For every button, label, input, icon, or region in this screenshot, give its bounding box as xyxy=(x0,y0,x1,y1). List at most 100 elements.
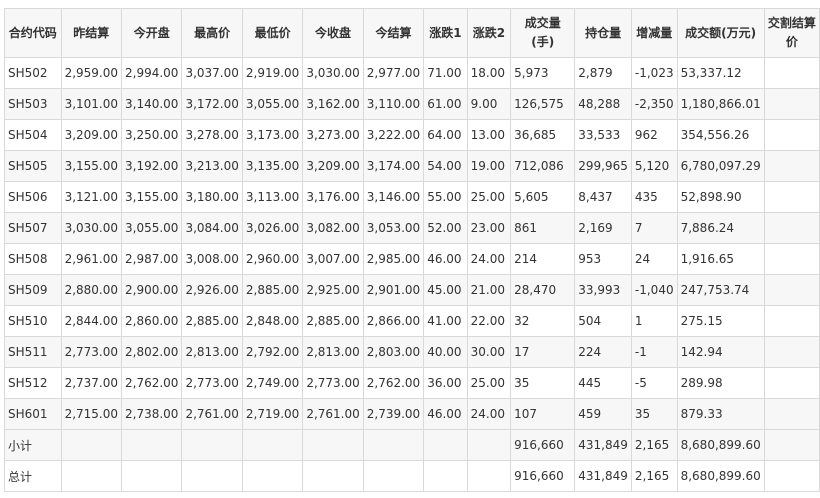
table-cell: 8,437 xyxy=(574,181,632,213)
table-cell: 142.94 xyxy=(676,336,765,368)
table-cell: 2,960.00 xyxy=(241,243,304,275)
table-cell: 247,753.74 xyxy=(676,274,765,306)
table-cell xyxy=(423,460,468,492)
table-cell xyxy=(763,367,820,399)
table-cell xyxy=(763,150,820,182)
table-cell: 28,470 xyxy=(510,274,576,306)
table-cell: 19.00 xyxy=(466,150,512,182)
table-cell xyxy=(763,119,820,151)
column-header: 合约代码 xyxy=(4,8,62,58)
column-header: 涨跌1 xyxy=(423,8,468,58)
table-cell: 3,084.00 xyxy=(181,212,243,244)
table-row: SH510 2,844.00 2,860.00 2,885.00 2,848.00 2,8… xyxy=(4,305,820,337)
table-cell: 36.00 xyxy=(423,367,468,399)
table-cell: -1,040 xyxy=(630,274,678,306)
table-cell xyxy=(120,460,183,492)
table-cell: 3,030.00 xyxy=(60,212,123,244)
table-cell: 3,162.00 xyxy=(302,88,364,120)
table-row: SH512 2,737.00 2,762.00 2,773.00 2,749.00 2,7… xyxy=(4,367,820,399)
table-cell: 214 xyxy=(510,243,576,275)
table-cell: SH502 xyxy=(4,57,62,89)
table-cell: 48,288 xyxy=(574,88,632,120)
table-cell xyxy=(181,429,243,461)
table-cell: 52.00 xyxy=(423,212,468,244)
table-cell: 3,209.00 xyxy=(60,119,123,151)
table-cell: 2,985.00 xyxy=(362,243,425,275)
table-cell: SH510 xyxy=(4,305,62,337)
table-body: SH502 2,959.00 2,994.00 3,037.00 2,919.00 3,0… xyxy=(4,57,820,492)
table-cell: 52,898.90 xyxy=(676,181,765,213)
table-cell: 2,860.00 xyxy=(120,305,183,337)
table-cell: 3,176.00 xyxy=(302,181,364,213)
column-header: 交割结算价 xyxy=(763,8,820,58)
header-row: 合约代码 昨结算 今开盘 最高价 最低价 今收盘 今结算 涨跌1 涨跌2 成交量(手) 持仓量 增减量… xyxy=(4,8,820,58)
table-cell: 3,146.00 xyxy=(362,181,425,213)
table-cell: 1 xyxy=(630,305,678,337)
table-row: SH508 2,961.00 2,987.00 3,008.00 2,960.00 3,0… xyxy=(4,243,820,275)
table-cell xyxy=(241,460,304,492)
column-header: 成交额(万元) xyxy=(676,8,765,58)
column-header: 昨结算 xyxy=(60,8,123,58)
table-cell: 126,575 xyxy=(510,88,576,120)
table-cell: 2,994.00 xyxy=(120,57,183,89)
table-cell xyxy=(763,181,820,213)
table-cell: 2,761.00 xyxy=(181,398,243,430)
table-cell: 3,273.00 xyxy=(302,119,364,151)
table-cell: 13.00 xyxy=(466,119,512,151)
table-cell: 712,086 xyxy=(510,150,576,182)
table-cell xyxy=(763,336,820,368)
table-cell: SH504 xyxy=(4,119,62,151)
table-cell: 36,685 xyxy=(510,119,576,151)
table-cell: 2,987.00 xyxy=(120,243,183,275)
table-cell: 3,121.00 xyxy=(60,181,123,213)
table-cell: SH508 xyxy=(4,243,62,275)
table-cell: 1,916.65 xyxy=(676,243,765,275)
table-cell: 2,738.00 xyxy=(120,398,183,430)
table-cell: 2,773.00 xyxy=(302,367,364,399)
table-cell: 总计 xyxy=(4,460,62,492)
table-cell: 431,849 xyxy=(574,429,632,461)
table-cell: 3,101.00 xyxy=(60,88,123,120)
table-cell: 8,680,899.60 xyxy=(676,429,765,461)
table-cell: 23.00 xyxy=(466,212,512,244)
table-cell xyxy=(423,429,468,461)
table-cell: 3,173.00 xyxy=(241,119,304,151)
column-header: 涨跌2 xyxy=(466,8,512,58)
table-cell: 2,961.00 xyxy=(60,243,123,275)
table-cell: 3,082.00 xyxy=(302,212,364,244)
table-cell: 3,110.00 xyxy=(362,88,425,120)
table-cell xyxy=(763,57,820,89)
table-cell: 3,174.00 xyxy=(362,150,425,182)
table-cell: 289.98 xyxy=(676,367,765,399)
table-cell: 2,749.00 xyxy=(241,367,304,399)
table-cell: 916,660 xyxy=(510,460,576,492)
table-cell: 6,780,097.29 xyxy=(676,150,765,182)
table-cell: 3,007.00 xyxy=(302,243,364,275)
table-cell: 3,172.00 xyxy=(181,88,243,120)
table-cell: 7,886.24 xyxy=(676,212,765,244)
table-row: SH509 2,880.00 2,900.00 2,926.00 2,885.00 2,9… xyxy=(4,274,820,306)
table-cell: 71.00 xyxy=(423,57,468,89)
table-cell: 7 xyxy=(630,212,678,244)
table-cell: 54.00 xyxy=(423,150,468,182)
table-cell: 2,880.00 xyxy=(60,274,123,306)
table-cell: 2,792.00 xyxy=(241,336,304,368)
table-cell: 3,222.00 xyxy=(362,119,425,151)
table-cell: 1,180,866.01 xyxy=(676,88,765,120)
table-cell: SH601 xyxy=(4,398,62,430)
table-cell: 3,008.00 xyxy=(181,243,243,275)
table-cell xyxy=(763,274,820,306)
table-cell: SH512 xyxy=(4,367,62,399)
table-cell: SH509 xyxy=(4,274,62,306)
table-cell: 2,802.00 xyxy=(120,336,183,368)
table-row: SH502 2,959.00 2,994.00 3,037.00 2,919.00 3,0… xyxy=(4,57,820,89)
table-cell: 2,773.00 xyxy=(181,367,243,399)
table-cell: 2,977.00 xyxy=(362,57,425,89)
table-cell: 3,155.00 xyxy=(60,150,123,182)
table-cell: 2,848.00 xyxy=(241,305,304,337)
table-row: SH506 3,121.00 3,155.00 3,180.00 3,113.00 3,1… xyxy=(4,181,820,213)
table-cell: 2,715.00 xyxy=(60,398,123,430)
table-cell: 2,165 xyxy=(630,429,678,461)
table-cell: 879.33 xyxy=(676,398,765,430)
table-cell: 2,762.00 xyxy=(362,367,425,399)
